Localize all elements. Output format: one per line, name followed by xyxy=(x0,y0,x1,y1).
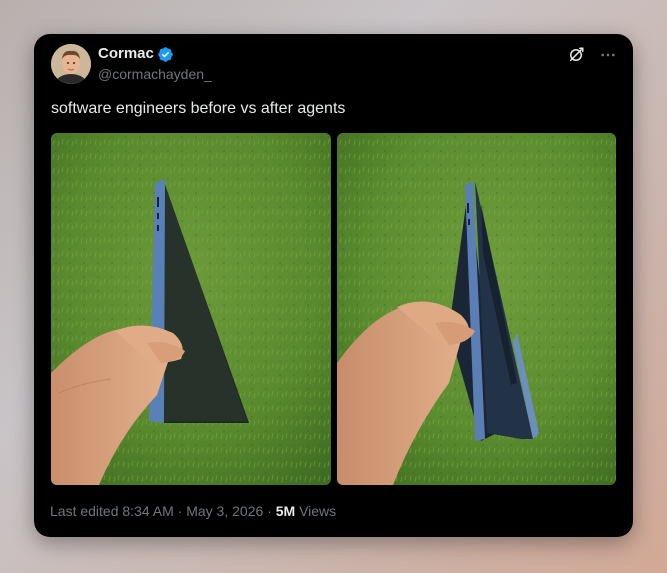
footer-separator-2: · xyxy=(267,503,272,519)
tweet-text: software engineers before vs after agent… xyxy=(51,100,346,117)
tweet-card[interactable]: Cormac @cormachayden_ software engineers… xyxy=(34,34,633,537)
avatar[interactable] xyxy=(51,44,91,84)
name-row: Cormac xyxy=(98,44,212,64)
more-options-icon[interactable] xyxy=(599,46,617,64)
photo-before-image xyxy=(51,133,331,485)
avatar-image xyxy=(51,44,91,84)
photo-after-image xyxy=(336,133,616,485)
display-name[interactable]: Cormac xyxy=(98,44,154,64)
author-handle[interactable]: @cormachayden_ xyxy=(98,65,212,83)
views-label: Views xyxy=(299,503,337,519)
tweet-time[interactable]: 8:34 AM xyxy=(122,503,173,519)
edited-label[interactable]: Last edited xyxy=(50,503,119,519)
tweet-footer: Last edited 8:34 AM · May 3, 2026 · 5M V… xyxy=(50,502,336,520)
author-block: Cormac @cormachayden_ xyxy=(98,44,212,83)
tweet-media xyxy=(51,133,616,485)
media-photo-before[interactable] xyxy=(51,133,331,485)
views-count[interactable]: 5M xyxy=(276,503,295,519)
tweet-date[interactable]: May 3, 2026 xyxy=(186,503,263,519)
tweet-actions-top xyxy=(567,46,617,64)
grok-icon[interactable] xyxy=(567,46,585,64)
media-photo-after[interactable] xyxy=(336,133,616,485)
footer-separator: · xyxy=(177,503,183,519)
verified-badge-icon xyxy=(157,46,174,63)
